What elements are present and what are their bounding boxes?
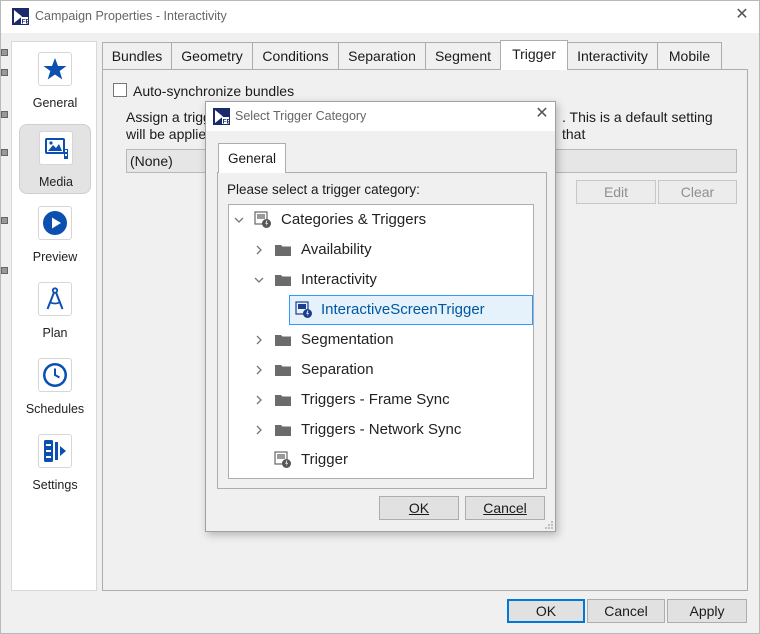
sidebar-item-label: Media	[38, 175, 74, 189]
svg-text:FE: FE	[22, 18, 29, 25]
edit-button-label: Edit	[603, 184, 629, 200]
trigger-icon	[295, 301, 312, 318]
sidebar: General Media Preview Plan Schedules Set…	[11, 41, 97, 591]
resize-grip-icon[interactable]	[544, 520, 554, 530]
dialog-title-bar: FE Select Trigger Category ✕	[206, 102, 555, 131]
tab-geometry[interactable]: Geometry	[171, 42, 253, 70]
folder-icon	[275, 275, 291, 286]
trigger-category-tree[interactable]: Categories & Triggers Availability Inter…	[228, 204, 534, 479]
clear-button-label: Clear	[680, 184, 715, 200]
assign-text-line2: will be applied	[126, 126, 214, 142]
tab-separation[interactable]: Separation	[338, 42, 426, 70]
tab-conditions[interactable]: Conditions	[252, 42, 339, 70]
app-icon: FE	[12, 8, 29, 25]
folder-icon	[275, 335, 291, 346]
select-trigger-category-dialog: FE Select Trigger Category ✕ General Ple…	[205, 101, 556, 532]
trigger-icon	[254, 211, 271, 228]
tree-node-label: Availability	[301, 241, 372, 258]
apply-button[interactable]: Apply	[667, 599, 747, 623]
chevron-down-icon	[254, 277, 264, 283]
folder-icon	[275, 425, 291, 436]
chevron-right-icon	[256, 395, 262, 405]
tree-node-label: Categories & Triggers	[281, 211, 427, 228]
tree-node-label: Triggers - Network Sync	[301, 421, 462, 438]
auto-sync-checkbox[interactable]	[113, 83, 127, 97]
sidebar-item-label: Schedules	[25, 402, 85, 416]
apply-button-label: Apply	[689, 603, 725, 619]
assign-text-left: Assign a trigg	[126, 109, 211, 125]
sidebar-item-schedules[interactable]: Schedules	[19, 352, 91, 422]
tab-bundles[interactable]: Bundles	[102, 42, 172, 70]
compass-icon	[38, 282, 72, 316]
clear-button[interactable]: Clear	[658, 180, 737, 204]
trigger-icon	[274, 451, 291, 468]
play-icon	[38, 206, 72, 240]
sidebar-item-general[interactable]: General	[19, 46, 91, 116]
window-title: Campaign Properties - Interactivity	[35, 9, 227, 23]
ok-button-label: OK	[535, 603, 557, 619]
app-icon: FE	[213, 108, 230, 125]
chevron-right-icon	[256, 335, 262, 345]
sidebar-item-preview[interactable]: Preview	[19, 200, 91, 270]
tree-node-label: InteractiveScreenTrigger	[321, 301, 485, 318]
clock-icon	[38, 358, 72, 392]
left-edge-handles	[1, 41, 9, 311]
dialog-ok-label: OK	[408, 500, 430, 516]
tab-segment[interactable]: Segment	[425, 42, 501, 70]
close-icon[interactable]: ✕	[534, 106, 550, 122]
tree-node-interactivity[interactable]: Interactivity	[229, 266, 529, 294]
tab-mobile[interactable]: Mobile	[657, 42, 722, 70]
tab-general[interactable]: General	[218, 143, 286, 173]
tree-node-label: Interactivity	[301, 271, 377, 288]
tree-node-label: Segmentation	[301, 331, 394, 348]
tree-node-availability[interactable]: Availability	[229, 236, 529, 264]
media-icon	[39, 131, 73, 165]
chevron-right-icon	[256, 365, 262, 375]
sidebar-item-plan[interactable]: Plan	[19, 276, 91, 346]
tree-node-trigger[interactable]: Trigger	[229, 446, 529, 474]
tree-node-separation[interactable]: Separation	[229, 356, 529, 384]
sidebar-item-media[interactable]: Media	[19, 124, 91, 194]
sidebar-item-label: Settings	[32, 478, 78, 492]
svg-text:FE: FE	[223, 118, 230, 125]
tab-trigger[interactable]: Trigger	[500, 40, 568, 70]
tree-node-root[interactable]: Categories & Triggers	[229, 206, 529, 234]
star-icon	[38, 52, 72, 86]
tree-node-segmentation[interactable]: Segmentation	[229, 326, 529, 354]
cancel-button-label: Cancel	[604, 603, 648, 619]
ok-button[interactable]: OK	[507, 599, 585, 623]
chevron-right-icon	[256, 425, 262, 435]
auto-sync-label: Auto-synchronize bundles	[133, 83, 295, 99]
tree-node-label: Trigger	[301, 451, 348, 468]
tree-node-network-sync[interactable]: Triggers - Network Sync	[229, 416, 529, 444]
assign-text-right: . This is a default setting that	[562, 109, 713, 142]
edit-button[interactable]: Edit	[576, 180, 656, 204]
title-bar: FE Campaign Properties - Interactivity ✕	[1, 1, 759, 33]
sidebar-item-label: General	[32, 96, 78, 110]
sidebar-item-settings[interactable]: Settings	[19, 428, 91, 498]
sidebar-item-label: Plan	[42, 326, 68, 340]
dialog-prompt: Please select a trigger category:	[227, 182, 420, 197]
tree-node-frame-sync[interactable]: Triggers - Frame Sync	[229, 386, 529, 414]
cancel-button[interactable]: Cancel	[587, 599, 665, 623]
folder-icon	[275, 245, 291, 256]
sidebar-item-label: Preview	[32, 250, 78, 264]
dialog-cancel-label: Cancel	[483, 500, 527, 516]
settings-icon	[38, 434, 72, 468]
dialog-title: Select Trigger Category	[235, 109, 367, 123]
dialog-cancel-button[interactable]: Cancel	[465, 496, 545, 520]
dialog-ok-button[interactable]: OK	[379, 496, 459, 520]
tab-interactivity[interactable]: Interactivity	[567, 42, 658, 70]
folder-icon	[275, 395, 291, 406]
chevron-right-icon	[256, 245, 262, 255]
tree-node-label: Separation	[301, 361, 374, 378]
folder-icon	[275, 365, 291, 376]
close-icon[interactable]: ✕	[734, 7, 750, 23]
chevron-down-icon	[234, 217, 244, 223]
tree-node-interactive-screen-trigger[interactable]: InteractiveScreenTrigger	[289, 295, 533, 325]
tree-node-label: Triggers - Frame Sync	[301, 391, 450, 408]
